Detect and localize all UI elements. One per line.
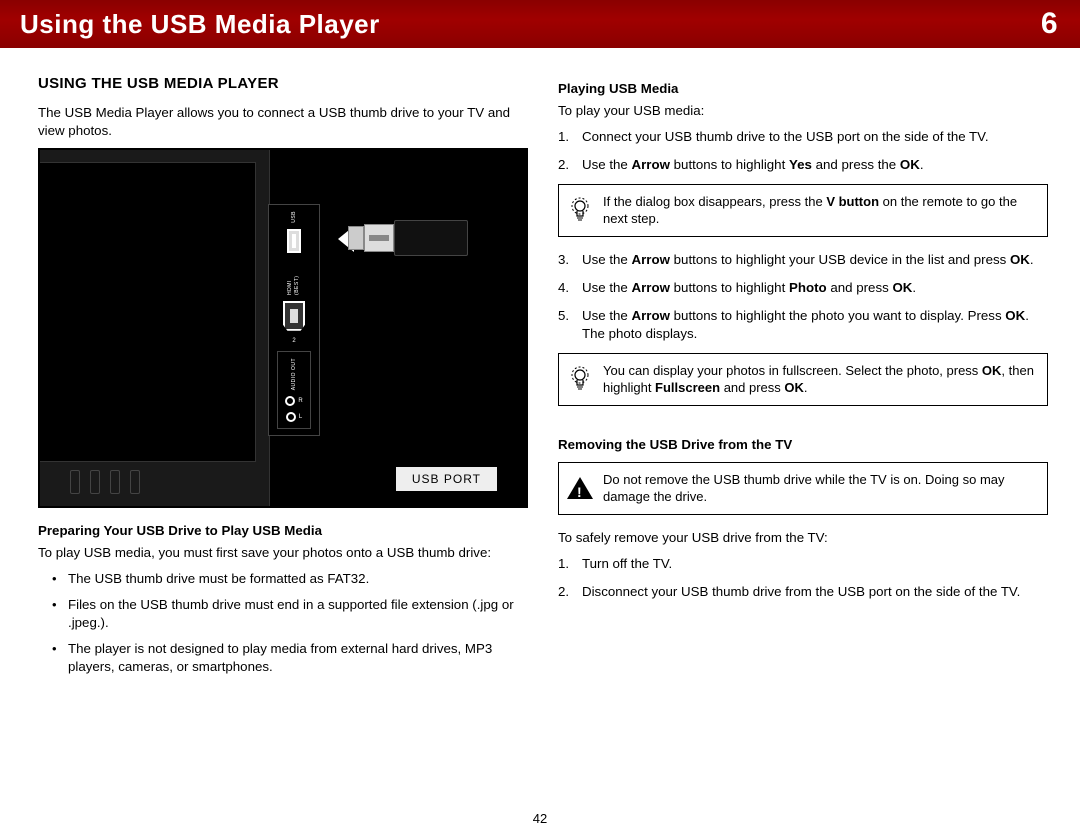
prepare-list: The USB thumb drive must be formatted as…: [38, 570, 528, 676]
page-content: USING THE USB MEDIA PLAYER The USB Media…: [0, 48, 1080, 684]
lightbulb-icon: [569, 196, 591, 224]
list-item: Use the Arrow buttons to highlight Yes a…: [582, 156, 1048, 174]
vent-slots: [70, 470, 140, 494]
usb-port-figure: USB HDMI (BEST) 2 AUDIO OUT R L USB PORT: [38, 148, 528, 508]
hdmi-port-icon: [283, 301, 305, 331]
tv-screen: [40, 162, 256, 462]
audio-jack-r: [285, 396, 295, 406]
warning-text: Do not remove the USB thumb drive while …: [603, 472, 1005, 505]
prepare-heading: Preparing Your USB Drive to Play USB Med…: [38, 522, 528, 540]
chapter-header: Using the USB Media Player 6: [0, 0, 1080, 48]
list-item: The USB thumb drive must be formatted as…: [68, 570, 528, 588]
removing-intro: To safely remove your USB drive from the…: [558, 529, 1048, 547]
list-item: Use the Arrow buttons to highlight the p…: [582, 307, 1048, 343]
section-heading: USING THE USB MEDIA PLAYER: [38, 74, 528, 94]
tip-box: You can display your photos in fullscree…: [558, 353, 1048, 406]
playing-steps: Connect your USB thumb drive to the USB …: [558, 128, 1048, 174]
list-item: Use the Arrow buttons to highlight your …: [582, 251, 1048, 269]
audio-out-panel: AUDIO OUT R L: [277, 351, 311, 429]
playing-heading: Playing USB Media: [558, 80, 1048, 98]
list-item: Disconnect your USB thumb drive from the…: [582, 583, 1048, 601]
audio-jack-l: [286, 412, 296, 422]
tv-body: [40, 150, 270, 508]
chapter-title: Using the USB Media Player: [20, 9, 380, 40]
hdmi-number: 2: [292, 337, 295, 345]
port-panel: USB HDMI (BEST) 2 AUDIO OUT R L: [268, 204, 320, 436]
left-column: USING THE USB MEDIA PLAYER The USB Media…: [38, 74, 528, 684]
prepare-intro: To play USB media, you must first save y…: [38, 544, 528, 562]
figure-caption: USB PORT: [395, 466, 498, 492]
usb-port-icon: [287, 229, 301, 253]
hdmi-label: HDMI (BEST): [287, 259, 301, 295]
page-number: 42: [533, 811, 547, 826]
list-item: Use the Arrow buttons to highlight Photo…: [582, 279, 1048, 297]
playing-intro: To play your USB media:: [558, 102, 1048, 120]
tip-box: If the dialog box disappears, press the …: [558, 184, 1048, 237]
intro-text: The USB Media Player allows you to conne…: [38, 104, 528, 140]
audio-label: AUDIO OUT: [291, 358, 298, 390]
removing-steps: Turn off the TV. Disconnect your USB thu…: [558, 555, 1048, 601]
warning-icon: [567, 477, 593, 499]
warning-box: Do not remove the USB thumb drive while …: [558, 462, 1048, 515]
usb-label: USB: [291, 211, 298, 223]
list-item: Turn off the TV.: [582, 555, 1048, 573]
playing-steps-cont: Use the Arrow buttons to highlight your …: [558, 251, 1048, 343]
list-item: Connect your USB thumb drive to the USB …: [582, 128, 1048, 146]
list-item: The player is not designed to play media…: [68, 640, 528, 676]
removing-heading: Removing the USB Drive from the TV: [558, 436, 1048, 454]
right-column: Playing USB Media To play your USB media…: [558, 74, 1048, 684]
lightbulb-icon: [569, 365, 591, 393]
usb-drive-icon: [348, 220, 468, 258]
list-item: Files on the USB thumb drive must end in…: [68, 596, 528, 632]
chapter-number: 6: [1041, 7, 1058, 41]
